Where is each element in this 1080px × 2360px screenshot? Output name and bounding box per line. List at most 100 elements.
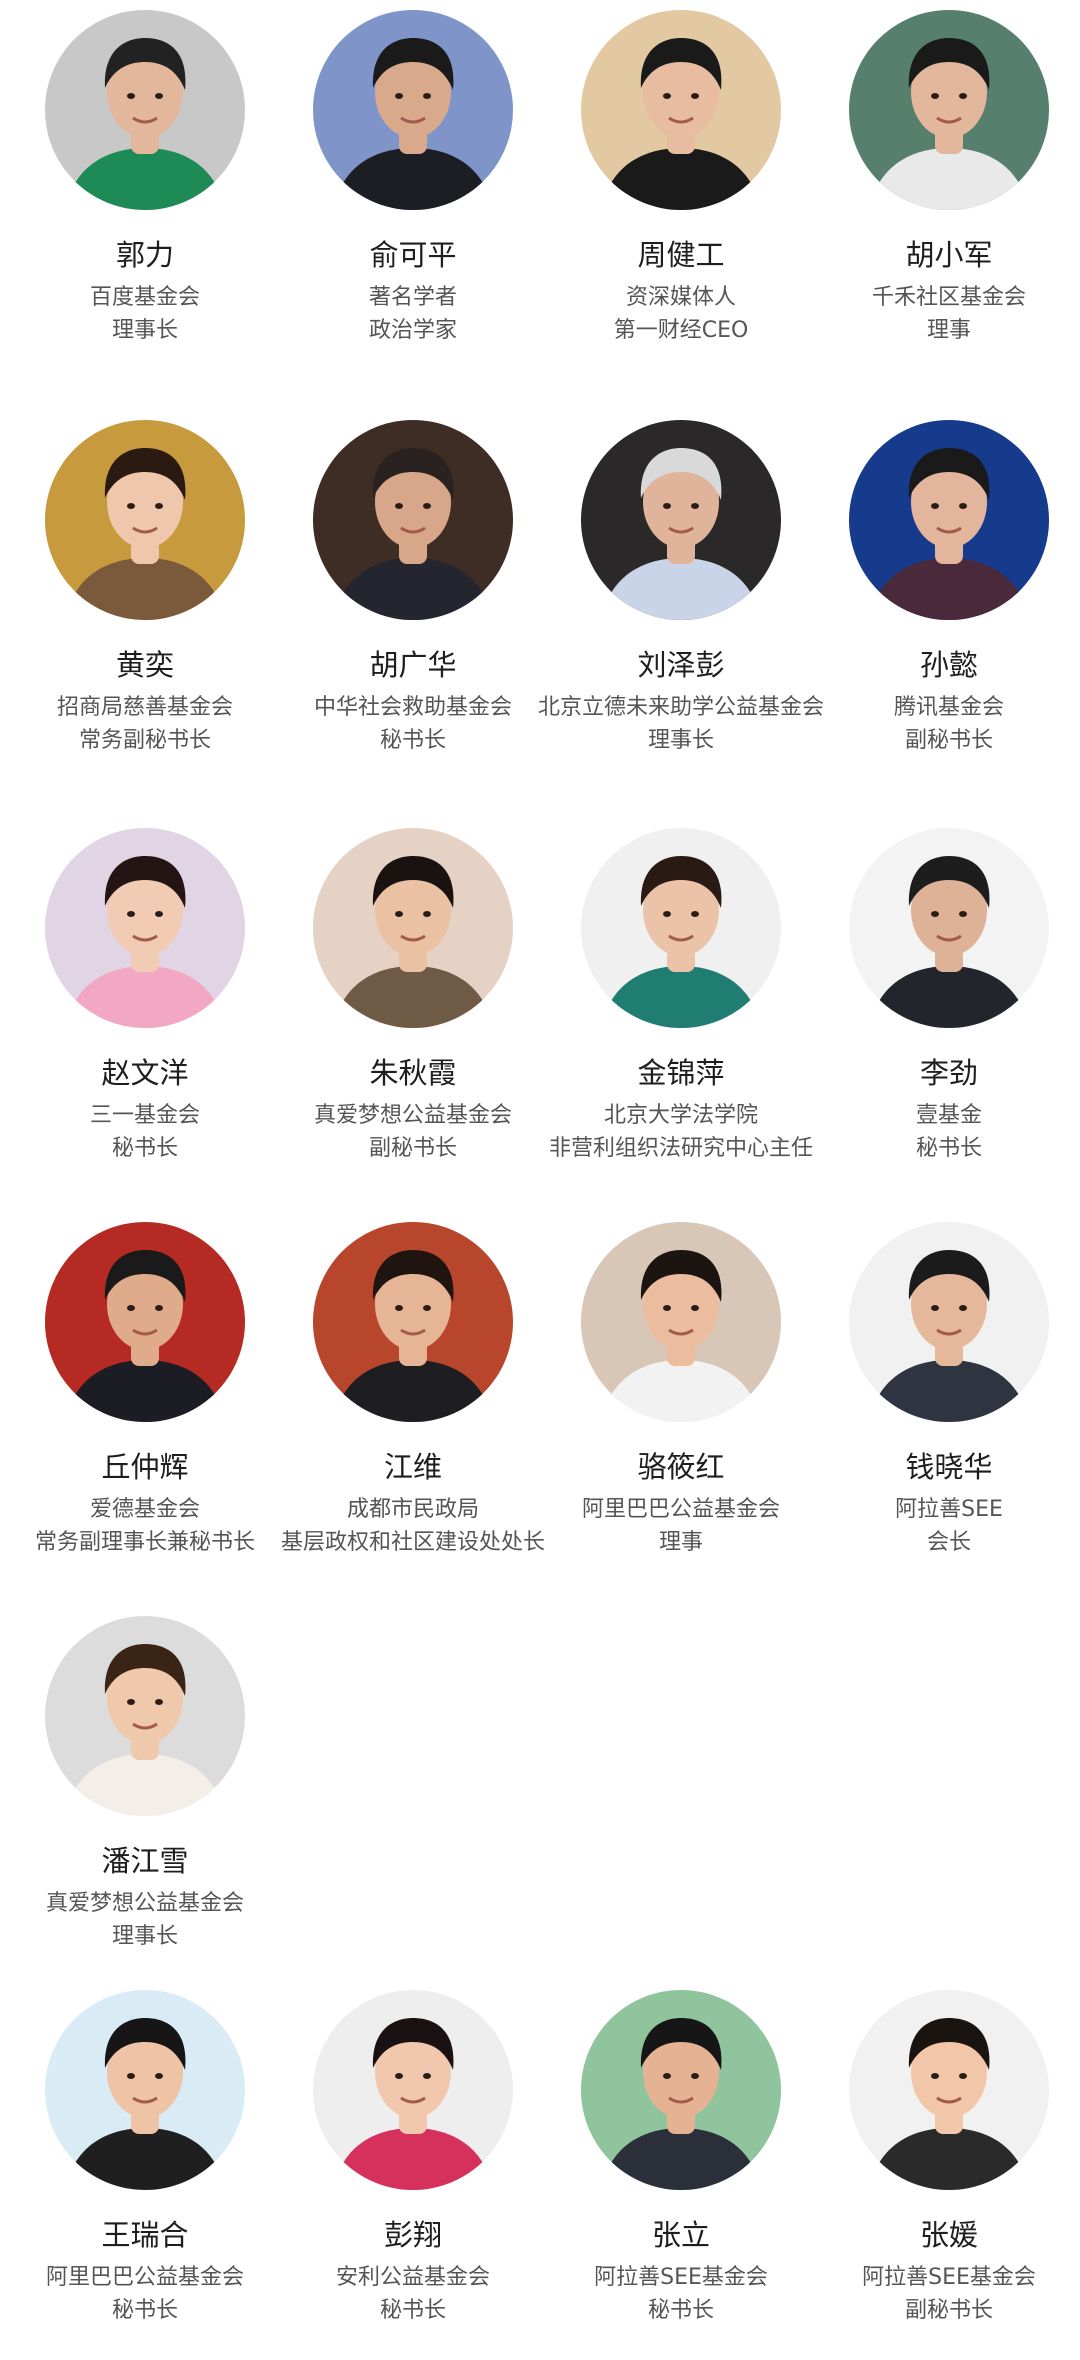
- speaker-card[interactable]: 刘泽彭北京立德未来助学公益基金会 理事长: [538, 410, 824, 790]
- portrait-eye-left: [395, 503, 403, 509]
- portrait-eye-right: [155, 93, 163, 99]
- speaker-avatar[interactable]: [849, 420, 1049, 620]
- speaker-card[interactable]: 丘仲辉 爱德基金会 常务副理事长兼秘书长: [10, 1212, 280, 1592]
- portrait-eye-right: [691, 2073, 699, 2079]
- portrait-eye-left: [931, 911, 939, 917]
- portrait-eye-left: [127, 2073, 135, 2079]
- portrait-eye-left: [931, 1305, 939, 1311]
- speaker-avatar[interactable]: [313, 828, 513, 1028]
- portrait-icon: [581, 10, 781, 210]
- portrait-eye-right: [423, 93, 431, 99]
- speaker-role: 理事: [658, 1530, 703, 1555]
- speaker-card[interactable]: 郭力 百度基金会 理事长: [10, 0, 280, 380]
- speaker-card[interactable]: 彭翔 安利公益基金会 秘书长: [278, 1980, 548, 2360]
- speaker-organization: 安利公益基金会: [335, 2265, 490, 2290]
- speaker-avatar[interactable]: [849, 10, 1049, 210]
- portrait-eye-right: [155, 911, 163, 917]
- speaker-name: 俞可平: [369, 238, 457, 272]
- speaker-avatar[interactable]: [581, 828, 781, 1028]
- portrait-eye-left: [395, 2073, 403, 2079]
- speaker-role: 政治学家: [368, 318, 457, 343]
- speaker-name: 张立: [651, 2218, 710, 2252]
- speaker-card[interactable]: 潘江雪 真爱梦想公益基金会 理事长: [10, 1606, 280, 1986]
- speaker-name: 郭力: [115, 238, 174, 272]
- speaker-avatar[interactable]: [45, 1990, 245, 2190]
- portrait-icon: [45, 1222, 245, 1422]
- speaker-name: 张媛: [919, 2218, 978, 2252]
- speaker-organization: 爱德基金会: [89, 1497, 200, 1522]
- speaker-organization: 北京立德未来助学公益基金会: [537, 695, 824, 720]
- speaker-organization: 著名学者: [368, 285, 457, 310]
- portrait-icon: [849, 420, 1049, 620]
- speaker-name: 江维: [383, 1450, 442, 1484]
- speaker-avatar[interactable]: [45, 828, 245, 1028]
- speaker-avatar[interactable]: [313, 1990, 513, 2190]
- speaker-card[interactable]: 金锦萍 北京大学法学院 非营利组织法研究中心主任: [546, 818, 816, 1198]
- portrait-icon: [849, 10, 1049, 210]
- speaker-name: 胡小军: [905, 238, 993, 272]
- speaker-card[interactable]: 朱秋霞 真爱梦想公益基金会 副秘书长: [278, 818, 548, 1198]
- portrait-icon: [313, 828, 513, 1028]
- portrait-eye-right: [423, 2073, 431, 2079]
- speaker-name: 周健工: [637, 238, 725, 272]
- speaker-name: 彭翔: [383, 2218, 442, 2252]
- speaker-card[interactable]: 黄奕 招商局慈善基金会 常务副秘书长: [10, 410, 280, 790]
- speaker-role: 会长: [926, 1530, 971, 1555]
- speaker-card[interactable]: 王瑞合 阿里巴巴公益基金会 秘书长: [10, 1980, 280, 2360]
- portrait-eye-left: [395, 93, 403, 99]
- speaker-organization: 真爱梦想公益基金会: [313, 1103, 512, 1128]
- speaker-avatar[interactable]: [581, 1990, 781, 2190]
- speaker-card[interactable]: 赵文洋 三一基金会 秘书长: [10, 818, 280, 1198]
- speaker-avatar[interactable]: [849, 1222, 1049, 1422]
- portrait-eye-right: [155, 503, 163, 509]
- portrait-icon: [45, 420, 245, 620]
- speaker-avatar[interactable]: [313, 1222, 513, 1422]
- speaker-role: 秘书长: [111, 2298, 178, 2323]
- speaker-card[interactable]: 江维 成都市民政局 基层政权和社区建设处处长: [278, 1212, 548, 1592]
- portrait-eye-left: [931, 2073, 939, 2079]
- speaker-card[interactable]: 孙懿 腾讯基金会 副秘书长: [814, 410, 1080, 790]
- portrait-eye-left: [663, 911, 671, 917]
- speaker-card[interactable]: 张媛 阿拉善SEE基金会 副秘书长: [814, 1980, 1080, 2360]
- speaker-avatar[interactable]: [581, 420, 781, 620]
- speaker-card[interactable]: 李劲 壹基金 秘书长: [814, 818, 1080, 1198]
- portrait-eye-left: [663, 93, 671, 99]
- portrait-eye-right: [691, 93, 699, 99]
- portrait-icon: [581, 828, 781, 1028]
- portrait-eye-left: [127, 1699, 135, 1705]
- speaker-role: 副秘书长: [368, 1136, 457, 1161]
- speaker-name: 刘泽彭: [637, 648, 725, 682]
- portrait-icon: [313, 10, 513, 210]
- portrait-eye-right: [959, 503, 967, 509]
- speaker-card[interactable]: 钱晓华 阿拉善SEE 会长: [814, 1212, 1080, 1592]
- speaker-avatar[interactable]: [313, 10, 513, 210]
- speaker-avatar[interactable]: [313, 420, 513, 620]
- speaker-card[interactable]: 胡广华 中华社会救助基金会 秘书长: [278, 410, 548, 790]
- speaker-avatar[interactable]: [45, 420, 245, 620]
- speaker-role: 常务副秘书长: [78, 728, 211, 753]
- speaker-card[interactable]: 张立 阿拉善SEE基金会 秘书长: [546, 1980, 816, 2360]
- speaker-avatar[interactable]: [849, 1990, 1049, 2190]
- speaker-organization: 成都市民政局: [346, 1497, 479, 1522]
- speaker-avatar[interactable]: [581, 1222, 781, 1422]
- portrait-eye-right: [959, 1305, 967, 1311]
- speaker-role: 秘书长: [111, 1136, 178, 1161]
- portrait-icon: [581, 420, 781, 620]
- portrait-icon: [313, 1990, 513, 2190]
- speaker-avatar[interactable]: [45, 1222, 245, 1422]
- speaker-role: 理事长: [647, 728, 714, 753]
- speaker-avatar[interactable]: [45, 1616, 245, 1816]
- speaker-card[interactable]: 俞可平著名学者政治学家: [278, 0, 548, 380]
- speaker-card[interactable]: 周健工 资深媒体人 第一财经CEO: [546, 0, 816, 380]
- portrait-eye-left: [663, 2073, 671, 2079]
- speaker-card[interactable]: 骆筱红 阿里巴巴公益基金会 理事: [546, 1212, 816, 1592]
- portrait-icon: [849, 1990, 1049, 2190]
- portrait-eye-right: [959, 93, 967, 99]
- speaker-role: 常务副理事长兼秘书长: [34, 1530, 255, 1555]
- portrait-eye-right: [423, 503, 431, 509]
- speaker-avatar[interactable]: [45, 10, 245, 210]
- portrait-icon: [581, 1990, 781, 2190]
- speaker-card[interactable]: 胡小军 千禾社区基金会 理事: [814, 0, 1080, 380]
- speaker-avatar[interactable]: [581, 10, 781, 210]
- speaker-avatar[interactable]: [849, 828, 1049, 1028]
